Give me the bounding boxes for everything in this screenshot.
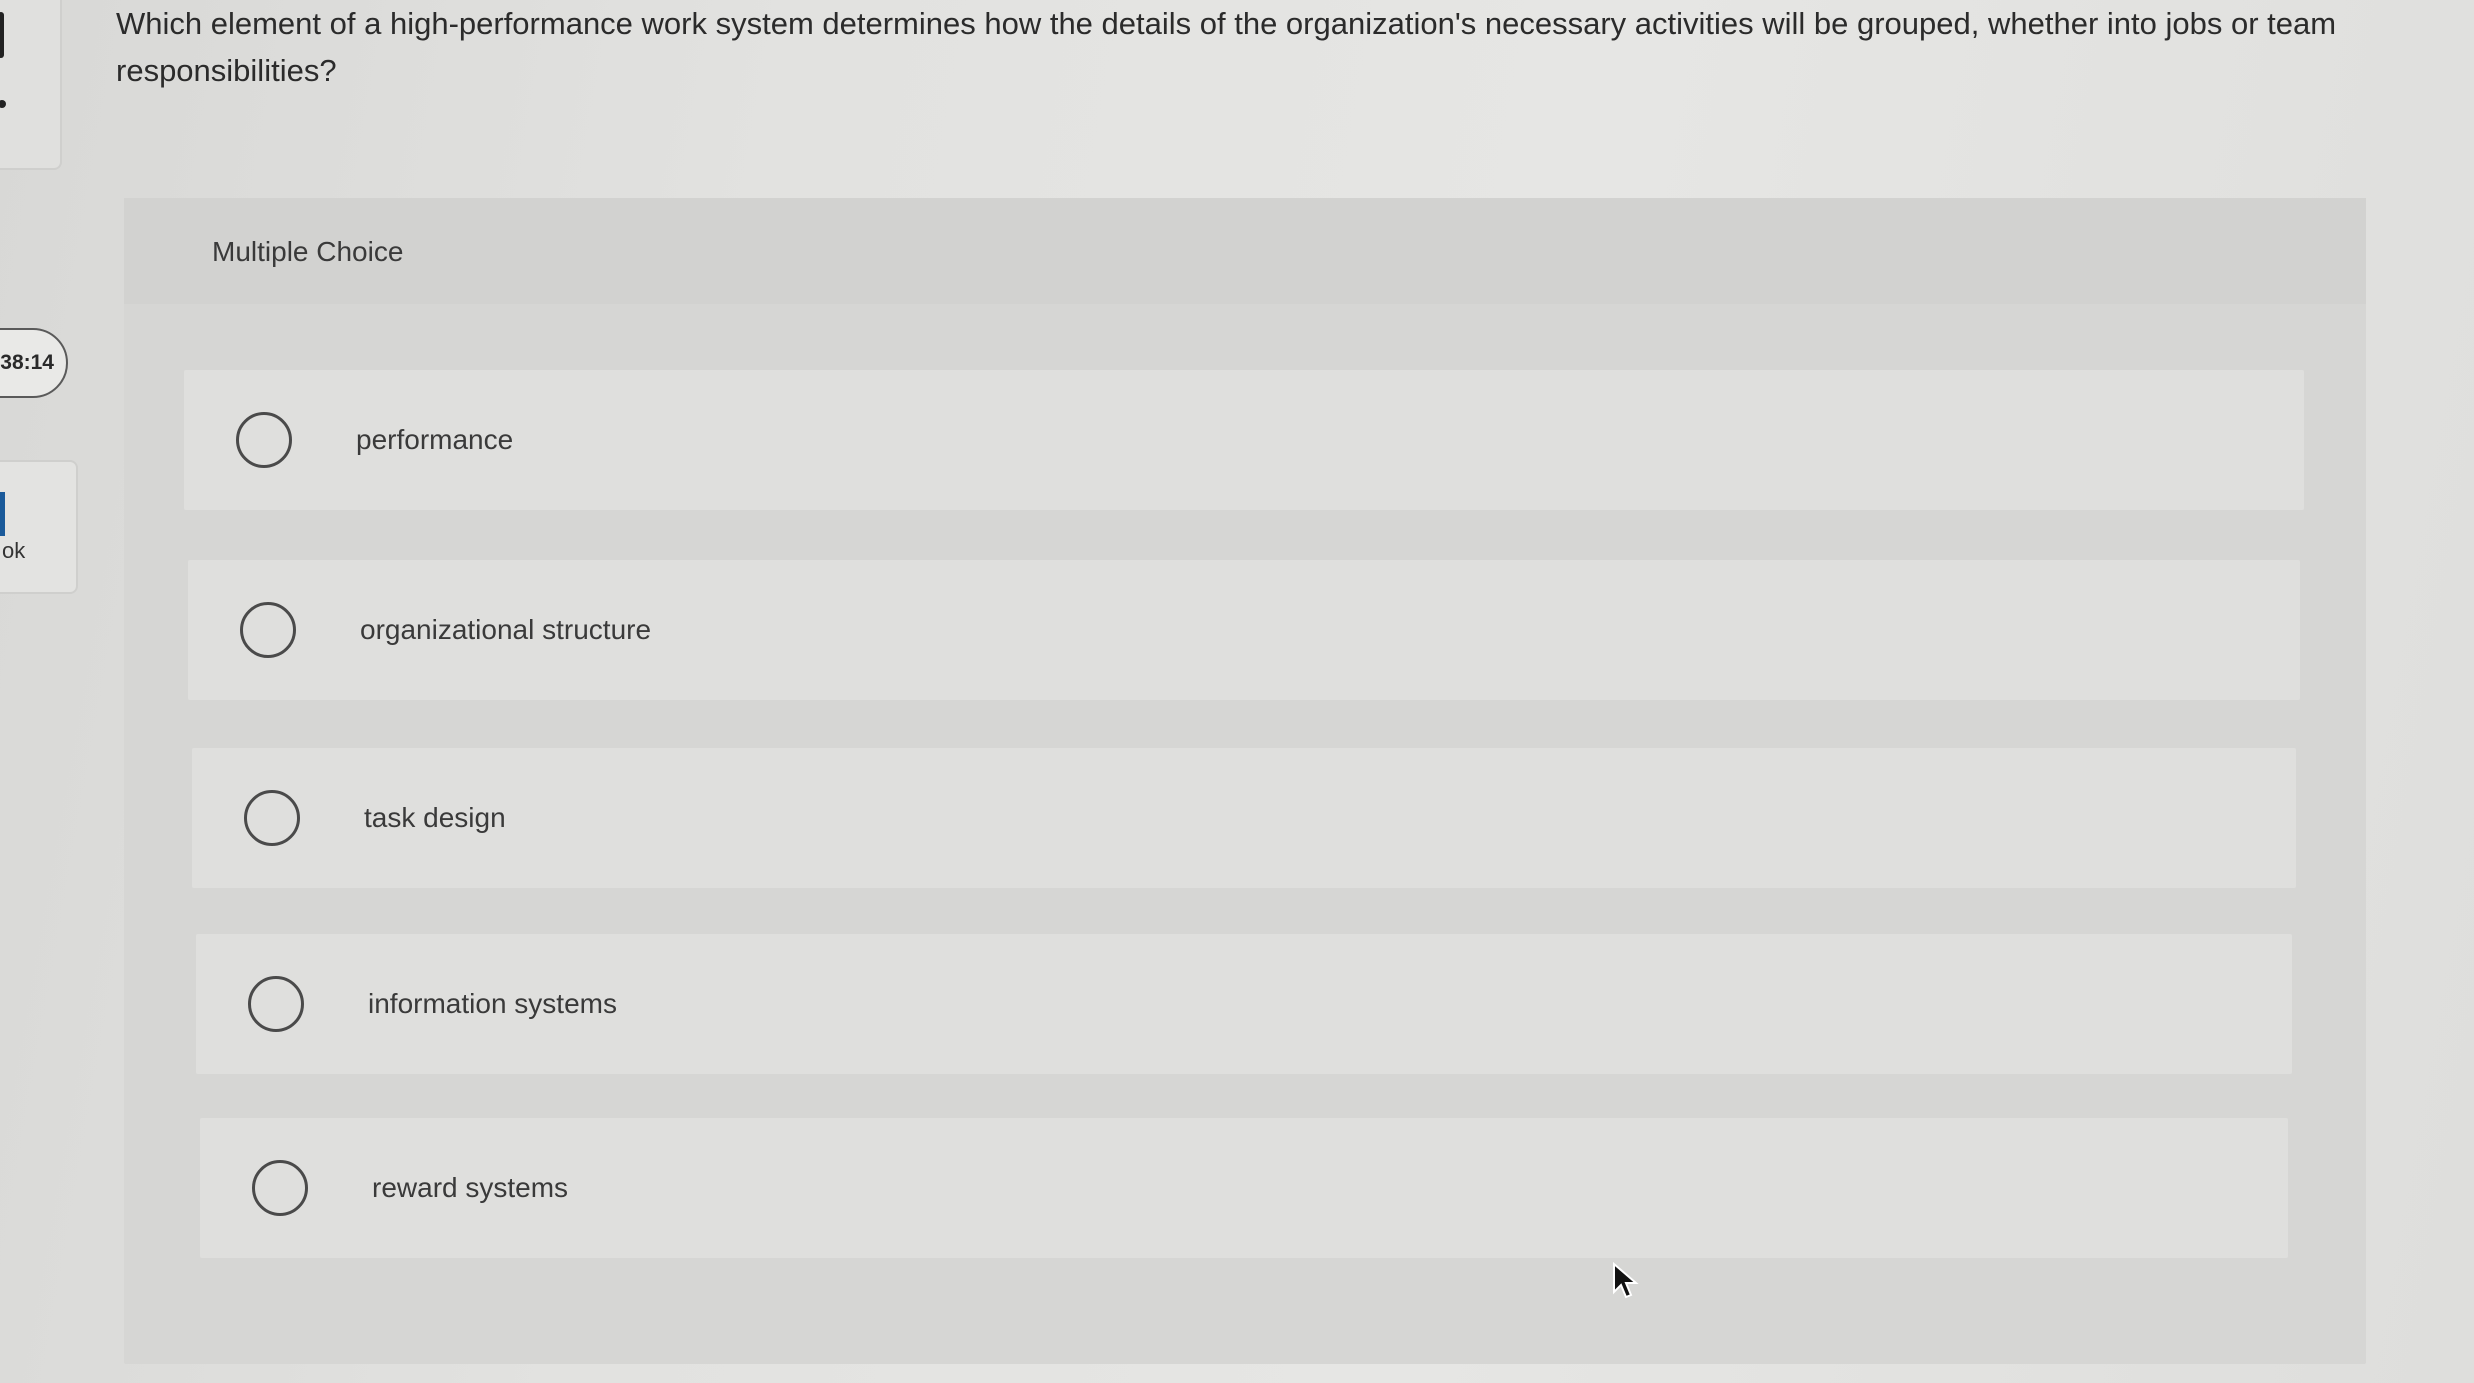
mouse-pointer-icon	[1613, 1261, 1639, 1299]
answer-option[interactable]: reward systems	[200, 1118, 2288, 1258]
ebook-button[interactable]: ok	[0, 460, 78, 594]
nav-dot-icon	[0, 100, 6, 108]
answer-option[interactable]: task design	[192, 748, 2296, 888]
radio-unselected-icon[interactable]	[240, 602, 296, 658]
radio-unselected-icon[interactable]	[244, 790, 300, 846]
timer-badge: 38:14	[0, 328, 68, 398]
left-rail: 38:14 ok	[0, 0, 78, 1383]
nav-bar-icon	[0, 12, 4, 58]
answer-option[interactable]: information systems	[196, 934, 2292, 1074]
timer-value: 38:14	[0, 351, 54, 374]
radio-unselected-icon[interactable]	[252, 1160, 308, 1216]
question-text: Which element of a high-performance work…	[116, 6, 2337, 88]
multiple-choice-panel: Multiple Choice performance organization…	[124, 198, 2366, 1364]
answer-option-label: information systems	[368, 988, 617, 1019]
answer-option-label: performance	[356, 424, 514, 455]
answer-option[interactable]: organizational structure	[188, 560, 2300, 700]
question-nav-card[interactable]	[0, 0, 62, 170]
answer-option-label: organizational structure	[360, 614, 652, 645]
answer-option-label: task design	[364, 802, 506, 833]
radio-unselected-icon[interactable]	[248, 976, 304, 1032]
answer-option-label: reward systems	[372, 1172, 569, 1203]
book-icon	[0, 492, 5, 536]
answer-option[interactable]: performance	[184, 370, 2304, 510]
ebook-label: ok	[2, 538, 26, 563]
multiple-choice-title: Multiple Choice	[212, 236, 404, 267]
multiple-choice-header: Multiple Choice	[124, 198, 2366, 304]
radio-unselected-icon[interactable]	[236, 412, 292, 468]
